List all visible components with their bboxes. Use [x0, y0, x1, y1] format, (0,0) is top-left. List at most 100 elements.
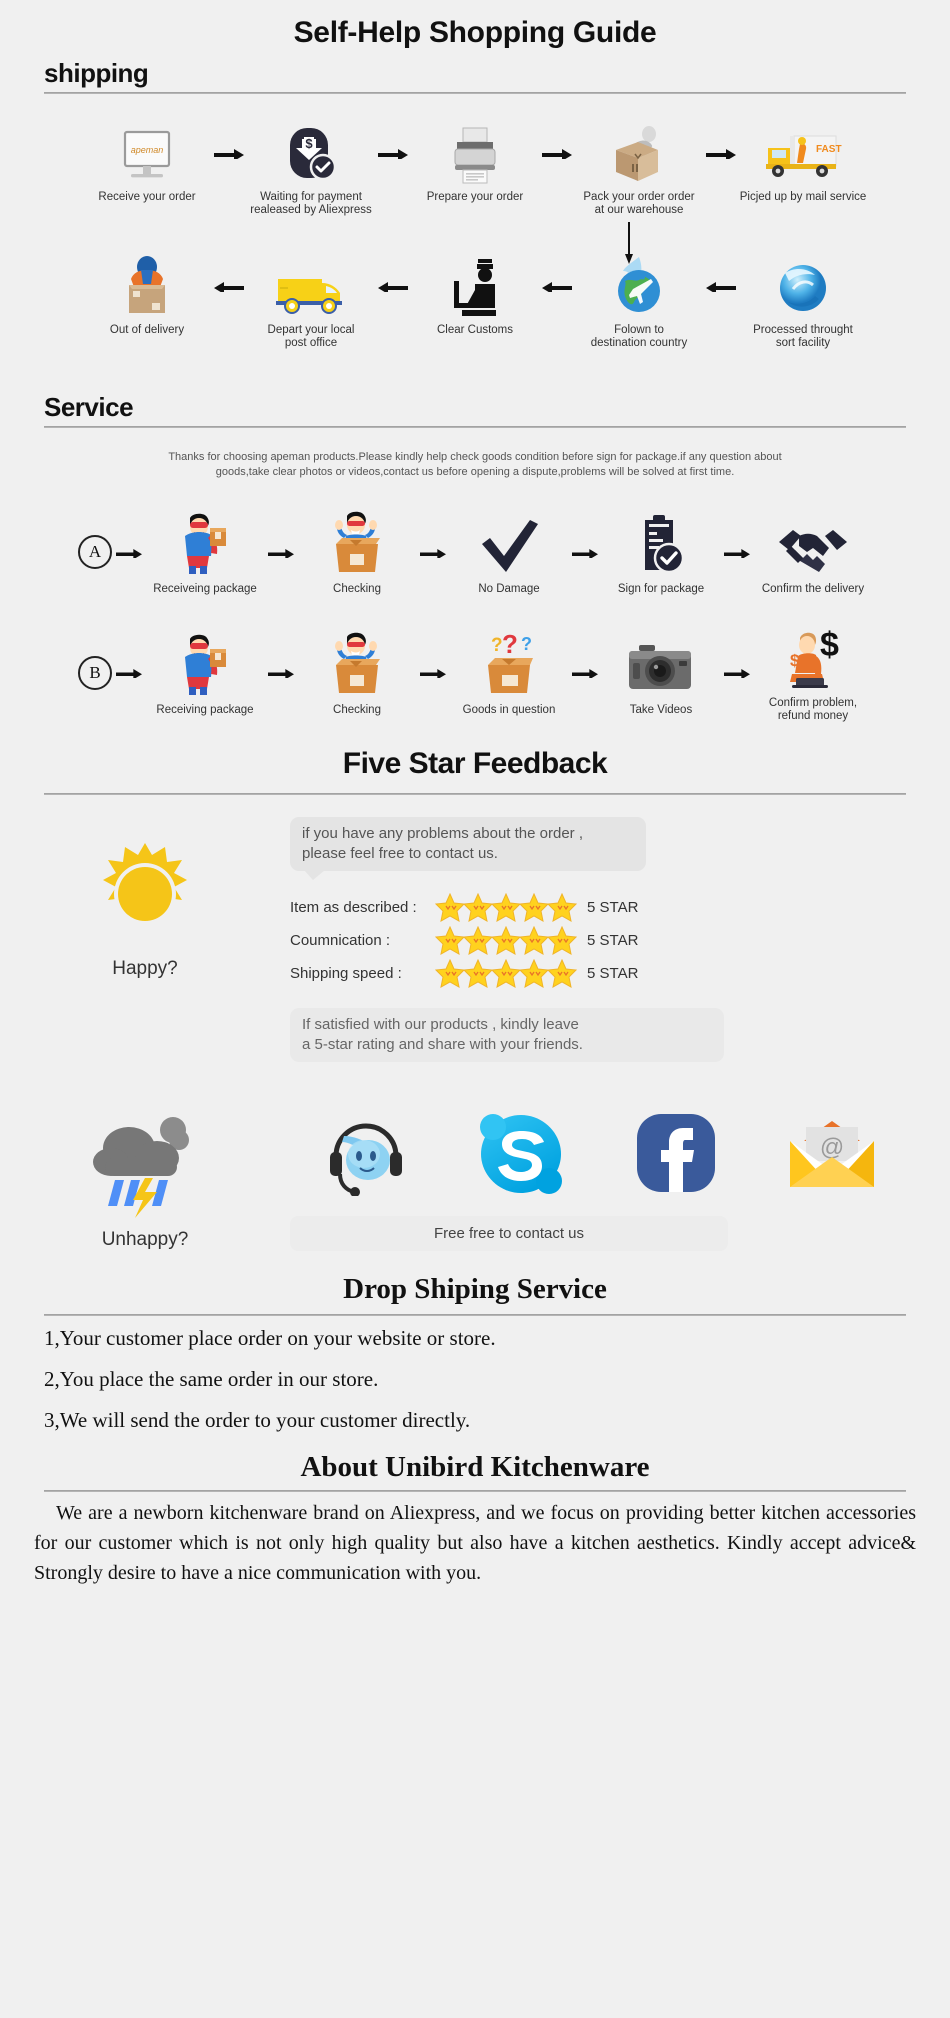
bottom-bubble-line-1: If satisfied with our products , kindly …	[302, 1016, 579, 1033]
shopping-guide-page: Self-Help Shopping Guide shipping apeman…	[0, 0, 950, 2018]
step-label: Receive your order	[98, 191, 196, 203]
shipping-section-title: shipping	[44, 58, 149, 88]
shipping-step-depart-post-office: Depart your local post office	[246, 255, 376, 350]
service-row-badge-b: B	[78, 655, 112, 690]
service-step-a-checking: Checking	[298, 508, 416, 596]
star-icon	[463, 959, 493, 988]
yellow-van-icon	[274, 255, 348, 317]
rating-label: Shipping speed :	[290, 965, 402, 982]
shipping-divider	[44, 92, 906, 94]
star-icon	[519, 893, 549, 922]
step-label: Checking	[333, 703, 381, 716]
shipping-step-pack-order: Pack your order order at our warehouse	[574, 122, 704, 217]
star-icon	[435, 893, 465, 922]
sun-icon	[90, 841, 200, 952]
bottom-bubble-line-2: a 5-star rating and share with your frie…	[302, 1036, 583, 1053]
service-step-b-take-videos: Take Videos	[602, 629, 720, 717]
step-label: Receiving package	[156, 703, 254, 716]
step-label: Processed throught sort facility	[753, 324, 853, 349]
printer-icon	[449, 122, 501, 184]
step-label: Confirm problem, refund money	[768, 697, 858, 722]
monitor-apeman-icon: apeman	[117, 122, 177, 184]
email-envelope-icon[interactable]: @	[786, 1115, 878, 1198]
arrow-right-icon	[568, 521, 602, 583]
blue-sphere-sort-icon	[775, 255, 831, 317]
shipping-step-out-of-delivery: Out of delivery	[82, 255, 212, 337]
star-icon	[519, 959, 549, 988]
feedback-title: Five Star Feedback	[342, 747, 608, 780]
star-rating	[435, 959, 577, 988]
feedback-divider	[44, 793, 906, 795]
step-label: Folown to destination country	[590, 324, 688, 349]
happy-mood: Happy?	[0, 817, 290, 1062]
arrow-left-icon	[540, 255, 574, 317]
service-flow-row-a: A Receiveing package Checking No Damage …	[0, 508, 950, 596]
bottom-bubble: If satisfied with our products , kindly …	[290, 1008, 724, 1062]
hero-in-open-box-icon	[328, 629, 386, 697]
arrow-left-icon	[212, 255, 246, 317]
dropshipping-line: 3,We will send the order to your custome…	[44, 1408, 471, 1432]
contact-block: @ Free free to contact us	[290, 1106, 950, 1251]
star-rating	[435, 893, 577, 922]
fast-delivery-truck-icon: FAST	[764, 122, 842, 184]
about-title: About Unibird Kitchenware	[300, 1451, 650, 1483]
hero-in-open-box-icon	[328, 508, 386, 576]
top-bubble-line-2: please feel free to contact us.	[302, 845, 498, 862]
svg-text:$: $	[820, 626, 839, 664]
about-divider	[44, 1490, 906, 1492]
star-icon	[463, 926, 493, 955]
step-label: Receiveing package	[153, 583, 257, 595]
bubble-tail	[304, 870, 325, 880]
arrow-right-icon	[568, 642, 602, 704]
dropshipping-title: Drop Shiping Service	[343, 1273, 607, 1305]
star-rating	[435, 926, 577, 955]
star-icon	[491, 959, 521, 988]
shipping-flow-row-1: apeman Receive your order $ Waiting for …	[0, 122, 950, 217]
step-label: Depart your local post office	[267, 324, 355, 349]
happy-label: Happy?	[112, 958, 178, 979]
svg-text:$: $	[305, 136, 313, 151]
hero-holding-package-icon	[176, 629, 234, 697]
about-paragraph-text: We are a newborn kitchenware brand on Al…	[34, 1502, 916, 1584]
step-label: Picjed up by mail service	[739, 191, 867, 203]
star-icon	[519, 926, 549, 955]
service-section-title: Service	[44, 392, 134, 422]
service-step-b-checking: Checking	[298, 629, 416, 717]
svg-text:FAST: FAST	[816, 144, 842, 155]
skype-icon[interactable]	[477, 1111, 565, 1202]
step-label: Clear Customs	[436, 324, 514, 336]
trademanager-headset-icon[interactable]	[324, 1112, 410, 1201]
service-row-badge-a: A	[78, 535, 112, 569]
step-label: Waiting for payment realeased by Aliexpr…	[250, 191, 372, 216]
arrow-right-icon	[704, 122, 738, 184]
dropshipping-divider	[44, 1314, 906, 1316]
shipping-step-sort-facility: Processed throught sort facility	[738, 255, 868, 350]
rating-value: 5 STAR	[587, 899, 639, 916]
svg-text:?: ?	[521, 634, 532, 654]
service-step-a-no-damage: No Damage	[450, 508, 568, 596]
rating-rows: Item as described : 5 STAR Coumnication …	[290, 893, 912, 988]
step-label: Goods in question	[462, 703, 556, 716]
arrow-right-icon	[540, 122, 574, 184]
service-divider	[44, 426, 906, 428]
service-paragraph: Thanks for choosing apeman products.Plea…	[145, 450, 805, 480]
shipping-step-waiting-payment: $ Waiting for payment realeased by Aliex…	[246, 122, 376, 217]
payment-shield-dollar-icon: $	[282, 122, 340, 184]
step-label: Checking	[333, 583, 381, 595]
star-icon	[491, 893, 521, 922]
service-step-b-refund-money: $ $ Confirm problem, refund money	[754, 622, 872, 723]
arrow-down-icon	[622, 222, 636, 271]
rating-label: Coumnication :	[290, 932, 391, 949]
box-question-marks-icon: ? ? ?	[478, 629, 540, 697]
shipping-flow-row-2: Out of delivery Depart your local post o…	[0, 255, 950, 350]
star-icon	[547, 893, 577, 922]
globe-airplane-icon	[611, 255, 667, 317]
shipping-step-flown-destination: Folown to destination country	[574, 255, 704, 350]
dropshipping-lines: 1,Your customer place order on your webs…	[0, 1326, 950, 1433]
service-paragraph-line-2: goods,take clear photos or videos,contac…	[215, 466, 735, 478]
service-step-a-sign-for-package: Sign for package	[602, 508, 720, 596]
rating-row: Item as described : 5 STAR	[290, 893, 912, 922]
facebook-icon[interactable]	[633, 1112, 719, 1201]
contact-us-button[interactable]: Free free to contact us	[290, 1216, 728, 1251]
rating-label: Item as described :	[290, 899, 417, 916]
